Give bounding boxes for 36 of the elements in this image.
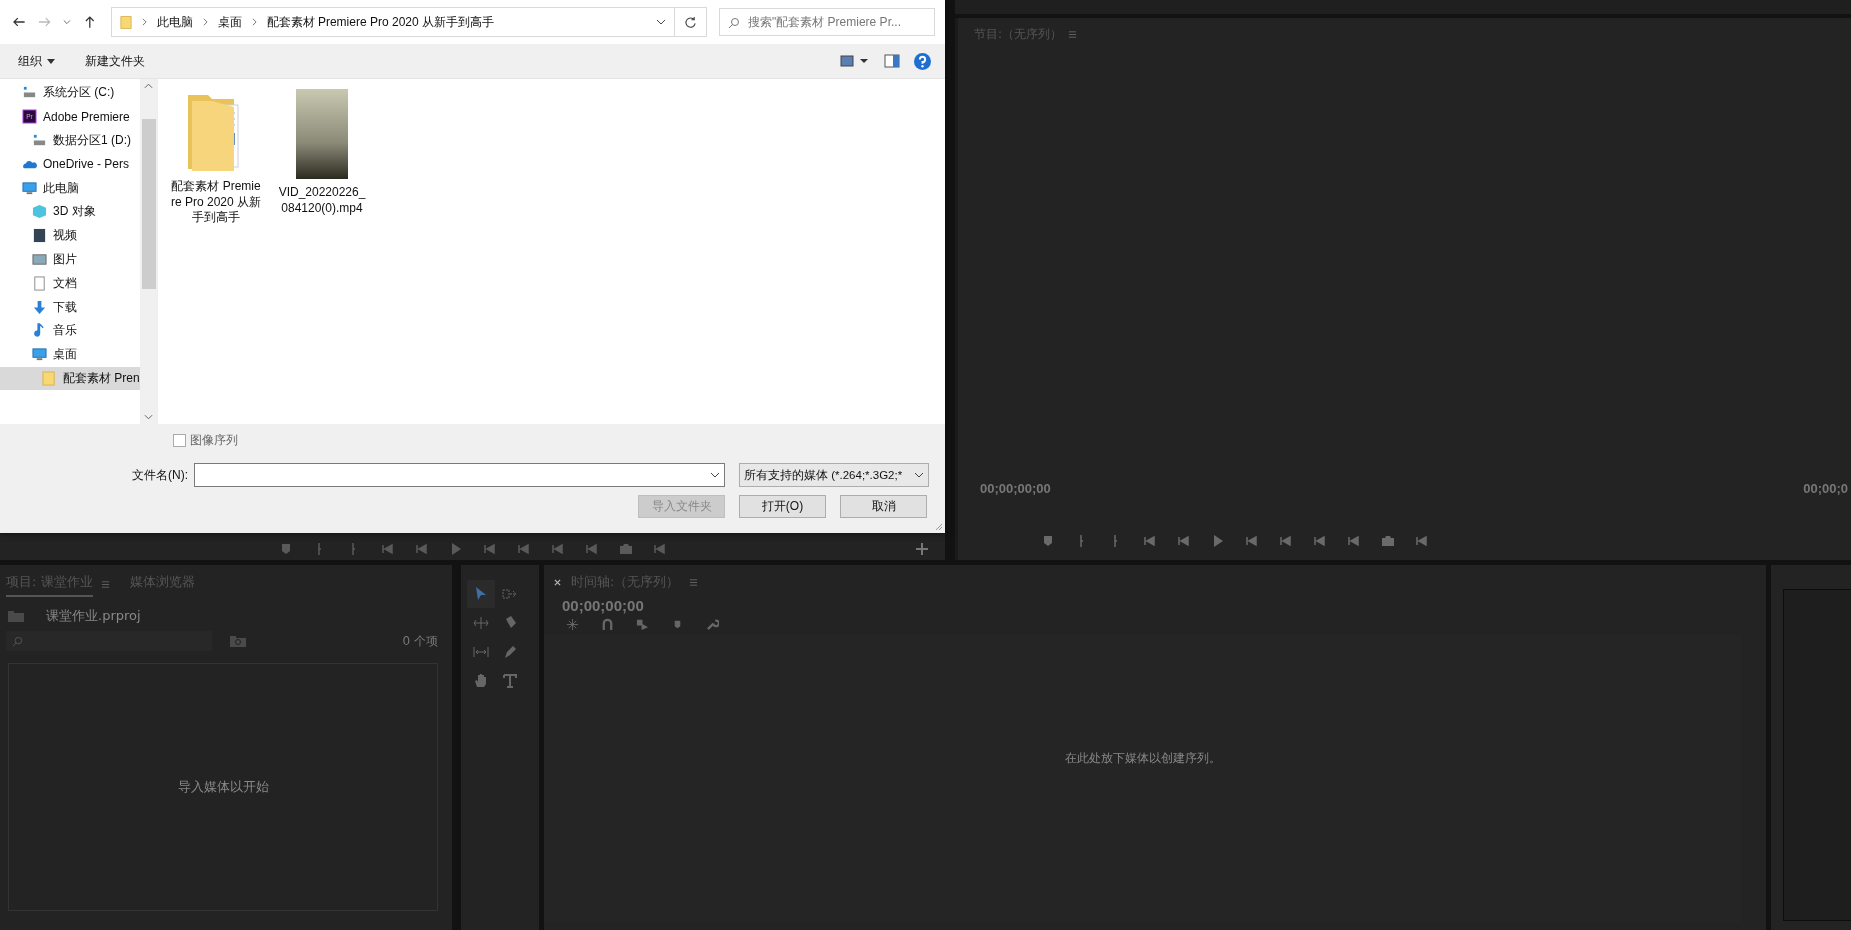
empty-message: 导入媒体以开始	[177, 778, 269, 796]
image-sequence-checkbox[interactable]: 图像序列	[173, 432, 945, 449]
new-folder-button[interactable]: 新建文件夹	[77, 48, 153, 74]
file-name: 配套素材 Premiere Pro 2020 从新手到高手	[170, 179, 262, 226]
navigation-item[interactable]: 系统分区 (C:)	[0, 81, 140, 105]
navigation-item[interactable]: 音乐	[0, 318, 140, 343]
search-field[interactable]: 搜索"配套素材 Premiere Pr...	[719, 8, 935, 36]
breadcrumb[interactable]: 桌面	[217, 13, 242, 31]
navigation-item[interactable]: 文档	[0, 271, 140, 296]
timecode[interactable]: 00;00;00;00	[544, 593, 1766, 614]
dialog-button[interactable]: 取消	[840, 495, 927, 518]
filename-label: 文件名(N):	[131, 466, 188, 484]
breadcrumb[interactable]: 配套素材 Premiere Pro 2020 从新手到高手	[266, 13, 494, 31]
navigation-item[interactable]: 桌面	[0, 342, 140, 367]
timecode[interactable]: 00;00;0	[1803, 481, 1848, 496]
file-item[interactable]: 配套素材 Premiere Pro 2020 从新手到高手	[170, 89, 262, 226]
organize-menu-button[interactable]: 组织	[10, 48, 63, 74]
empty-message: 在此处放下媒体以创建序列。	[1064, 750, 1221, 767]
timecode[interactable]: 00;00;00;00	[980, 481, 1051, 496]
project-file-name: 课堂作业.prproj	[46, 607, 141, 625]
item-count: 0 个项	[402, 632, 438, 650]
navigation-item[interactable]: 3D 对象	[0, 200, 140, 224]
file-name: VID_20220226_084120(0).mp4	[277, 185, 367, 217]
file-item[interactable]: VID_20220226_084120(0).mp4	[276, 89, 368, 217]
navigation-item[interactable]: 下载	[0, 295, 140, 319]
navigation-item[interactable]: 数据分区1 (D:)	[0, 128, 140, 153]
navigation-item[interactable]: 图片	[0, 247, 140, 272]
address-bar[interactable]: 此电脑 桌面 配套素材 Premiere Pro 2020 从新手到高手	[110, 7, 675, 37]
file-type-dropdown[interactable]: 所有支持的媒体 (*.264;*.3G2;*	[739, 463, 929, 487]
dialog-button[interactable]: 打开(O)	[739, 495, 826, 518]
navigation-item[interactable]: 配套素材 Pren	[0, 366, 140, 391]
media-drop-area[interactable]: 导入媒体以开始	[8, 663, 438, 911]
navigation-item[interactable]: 视频	[0, 223, 140, 248]
breadcrumb[interactable]: 此电脑	[156, 13, 193, 31]
navigation-item[interactable]: 此电脑	[0, 176, 140, 200]
navigation-item[interactable]: OneDrive - Pers	[0, 152, 140, 177]
